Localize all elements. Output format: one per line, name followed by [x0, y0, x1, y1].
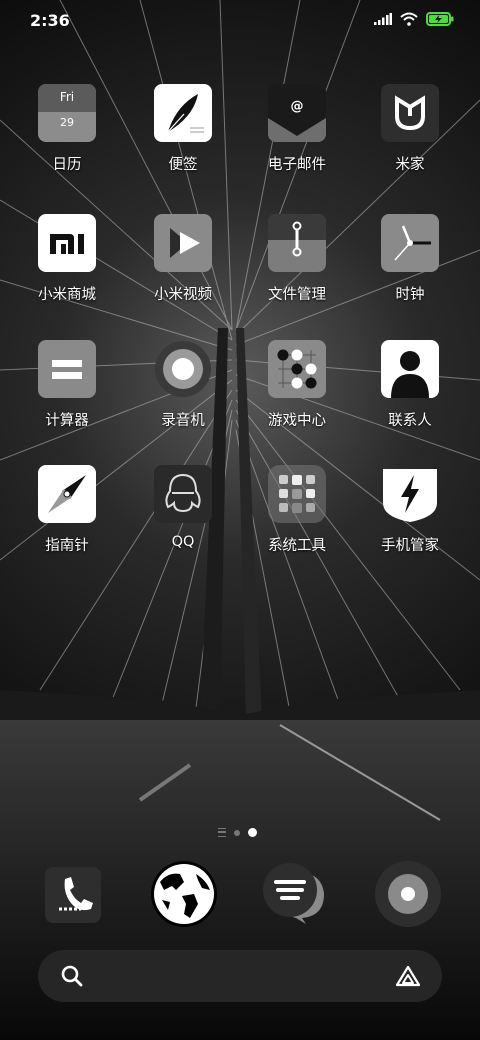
- dock-messages[interactable]: [262, 860, 332, 930]
- app-mi-store[interactable]: 小米商城: [12, 214, 122, 304]
- app-label: QQ: [171, 534, 195, 550]
- app-qq[interactable]: QQ: [128, 465, 238, 550]
- page-indicator-lines-icon: [218, 828, 226, 837]
- play-icon: [154, 214, 212, 272]
- globe-icon: [151, 861, 217, 927]
- go-stones-icon: [268, 340, 326, 398]
- app-contacts[interactable]: 联系人: [355, 340, 465, 430]
- app-game-center[interactable]: 游戏中心: [242, 340, 352, 430]
- app-system-tools[interactable]: 系统工具: [242, 465, 352, 555]
- status-time: 2:36: [30, 11, 70, 30]
- app-label: 系统工具: [268, 538, 326, 554]
- svg-text:@: @: [291, 99, 304, 114]
- mi-logo-icon: [38, 214, 96, 272]
- app-clock[interactable]: 时钟: [355, 214, 465, 304]
- app-label: 日历: [52, 157, 82, 173]
- app-mi-video[interactable]: 小米视频: [128, 214, 238, 304]
- app-label: 电子邮件: [268, 157, 326, 173]
- page-dot: [234, 829, 240, 836]
- mi-home-icon: [381, 84, 439, 142]
- equals-icon: [38, 340, 96, 398]
- shield-bolt-icon: [381, 465, 439, 523]
- dock-music[interactable]: [374, 860, 444, 930]
- quill-icon: [154, 84, 212, 142]
- app-label: 联系人: [388, 413, 432, 429]
- chat-icon: [263, 863, 324, 924]
- app-calendar[interactable]: Fri 29 日历: [12, 84, 122, 174]
- app-label: 小米商城: [38, 287, 96, 303]
- app-label: 小米视频: [154, 287, 212, 303]
- dock-browser[interactable]: [150, 860, 220, 930]
- record-icon: [154, 340, 212, 398]
- penguin-icon: [154, 465, 212, 523]
- signal-icon: [374, 13, 392, 25]
- search-bar[interactable]: [38, 950, 442, 1002]
- wifi-icon: [400, 12, 418, 26]
- app-recorder[interactable]: 录音机: [128, 340, 238, 430]
- app-calculator[interactable]: 计算器: [12, 340, 122, 430]
- phone-icon: [45, 867, 101, 923]
- dock-phone[interactable]: [38, 860, 108, 930]
- folder-icon: [268, 214, 326, 272]
- assistant-icon[interactable]: [394, 964, 422, 988]
- app-compass[interactable]: 指南针: [12, 465, 122, 555]
- status-bar: 2:36: [0, 0, 480, 42]
- page-indicator[interactable]: [218, 828, 257, 837]
- calendar-day: Fri: [59, 90, 75, 104]
- calendar-icon: Fri 29: [38, 84, 96, 142]
- compass-icon: [38, 465, 96, 523]
- app-label: 计算器: [45, 413, 89, 429]
- app-mi-home[interactable]: 米家: [355, 84, 465, 174]
- app-label: 手机管家: [381, 538, 439, 554]
- app-label: 游戏中心: [268, 413, 326, 429]
- music-disc-icon: [375, 861, 441, 927]
- search-icon[interactable]: [60, 964, 84, 988]
- app-label: 指南针: [45, 538, 89, 554]
- app-label: 米家: [395, 157, 425, 173]
- clock-icon: [381, 214, 439, 272]
- person-icon: [381, 340, 439, 398]
- battery-charging-icon: [426, 12, 454, 26]
- calendar-date: 29: [60, 116, 74, 129]
- app-file-manager[interactable]: 文件管理: [242, 214, 352, 304]
- folder-icon: [268, 465, 326, 523]
- app-email[interactable]: @ 电子邮件: [242, 84, 352, 174]
- app-security[interactable]: 手机管家: [355, 465, 465, 555]
- app-notes[interactable]: 便签: [128, 84, 238, 174]
- envelope-icon: @: [268, 84, 326, 142]
- page-dot-active: [248, 828, 257, 837]
- app-label: 时钟: [395, 287, 425, 303]
- app-label: 便签: [168, 157, 198, 173]
- app-label: 文件管理: [268, 287, 326, 303]
- app-label: 录音机: [161, 413, 205, 429]
